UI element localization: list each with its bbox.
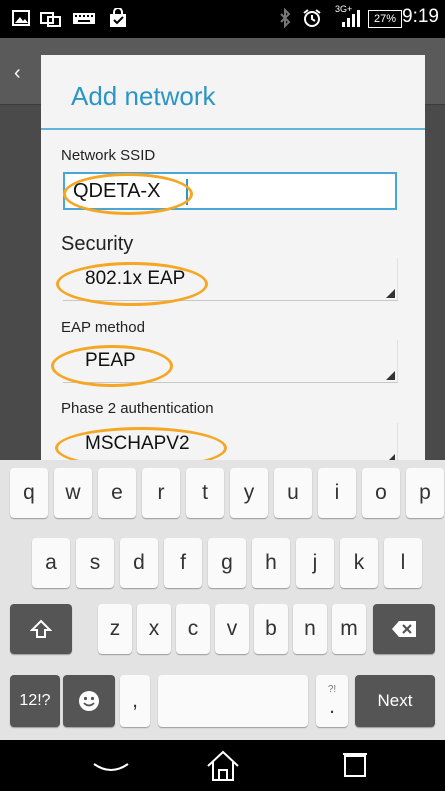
- phase2-value: MSCHAPV2: [85, 433, 190, 454]
- back-chevron-icon: ‹: [14, 62, 21, 84]
- key-p[interactable]: p: [406, 468, 444, 518]
- smiley-icon: [79, 691, 99, 711]
- back-icon[interactable]: [86, 746, 136, 786]
- shift-icon: [30, 619, 52, 638]
- screenshot-icon: [12, 10, 30, 26]
- backspace-key[interactable]: [373, 604, 435, 654]
- key-z[interactable]: z: [98, 604, 132, 654]
- key-g[interactable]: g: [208, 538, 246, 588]
- phase2-dropdown[interactable]: MSCHAPV2: [63, 423, 398, 460]
- key-q[interactable]: q: [10, 468, 48, 518]
- title-divider: [41, 128, 425, 130]
- key-c[interactable]: c: [176, 604, 210, 654]
- key-y[interactable]: y: [230, 468, 268, 518]
- period-hint: ?!: [327, 683, 337, 695]
- period-key[interactable]: ?! .: [316, 675, 348, 727]
- ssid-label: Network SSID: [61, 147, 156, 164]
- ssid-value: QDETA-X: [73, 180, 161, 202]
- space-key[interactable]: [158, 675, 308, 727]
- home-icon[interactable]: [198, 746, 248, 786]
- keyboard-icon: [73, 13, 95, 24]
- security-value: 802.1x EAP: [85, 268, 186, 289]
- alarm-icon: [303, 9, 321, 27]
- key-k[interactable]: k: [340, 538, 378, 588]
- status-bar: 3G+ 27% 9:19: [0, 0, 445, 38]
- bluetooth-icon: [280, 8, 291, 28]
- key-v[interactable]: v: [215, 604, 249, 654]
- dropdown-arrow-icon: [386, 371, 395, 380]
- key-o[interactable]: o: [362, 468, 400, 518]
- phase2-label: Phase 2 authentication: [61, 400, 214, 417]
- security-dropdown[interactable]: 802.1x EAP: [63, 258, 398, 301]
- key-h[interactable]: h: [252, 538, 290, 588]
- key-r[interactable]: r: [142, 468, 180, 518]
- security-label: Security: [61, 233, 134, 255]
- usb-icon: [40, 12, 61, 27]
- shift-key[interactable]: [10, 604, 72, 654]
- key-f[interactable]: f: [164, 538, 202, 588]
- ssid-input[interactable]: QDETA-X: [63, 172, 397, 210]
- eap-method-label: EAP method: [61, 319, 145, 336]
- emoji-key[interactable]: [63, 675, 115, 727]
- key-t[interactable]: t: [186, 468, 224, 518]
- key-w[interactable]: w: [54, 468, 92, 518]
- key-l[interactable]: l: [384, 538, 422, 588]
- key-u[interactable]: u: [274, 468, 312, 518]
- recents-icon[interactable]: [330, 746, 380, 786]
- shopping-bag-icon: [110, 8, 126, 27]
- key-b[interactable]: b: [254, 604, 288, 654]
- key-i[interactable]: i: [318, 468, 356, 518]
- comma-key[interactable]: ,: [120, 675, 150, 727]
- key-x[interactable]: x: [137, 604, 171, 654]
- comma-glyph: ,: [132, 689, 138, 712]
- key-j[interactable]: j: [296, 538, 334, 588]
- status-time: 9:19: [402, 6, 439, 27]
- key-e[interactable]: e: [98, 468, 136, 518]
- eap-method-value: PEAP: [85, 350, 136, 371]
- symbols-key[interactable]: 12!?: [10, 675, 60, 727]
- dropdown-arrow-icon: [386, 289, 395, 298]
- backspace-icon: [392, 621, 416, 637]
- battery-indicator: 27%: [368, 10, 402, 28]
- key-s[interactable]: s: [76, 538, 114, 588]
- key-a[interactable]: a: [32, 538, 70, 588]
- next-key[interactable]: Next: [355, 675, 435, 727]
- signal-icon: [342, 10, 360, 27]
- navigation-bar: [0, 740, 445, 791]
- text-cursor: [186, 179, 188, 205]
- dialog-title: Add network: [71, 81, 216, 111]
- key-m[interactable]: m: [332, 604, 366, 654]
- soft-keyboard: qwertyuiop asdfghjkl zxcvbnm 12!? , ?! .…: [0, 460, 445, 740]
- key-n[interactable]: n: [293, 604, 327, 654]
- add-network-dialog: Add network Network SSID QDETA-X Securit…: [41, 55, 425, 460]
- period-glyph: .: [329, 694, 335, 718]
- eap-method-dropdown[interactable]: PEAP: [63, 340, 398, 383]
- key-d[interactable]: d: [120, 538, 158, 588]
